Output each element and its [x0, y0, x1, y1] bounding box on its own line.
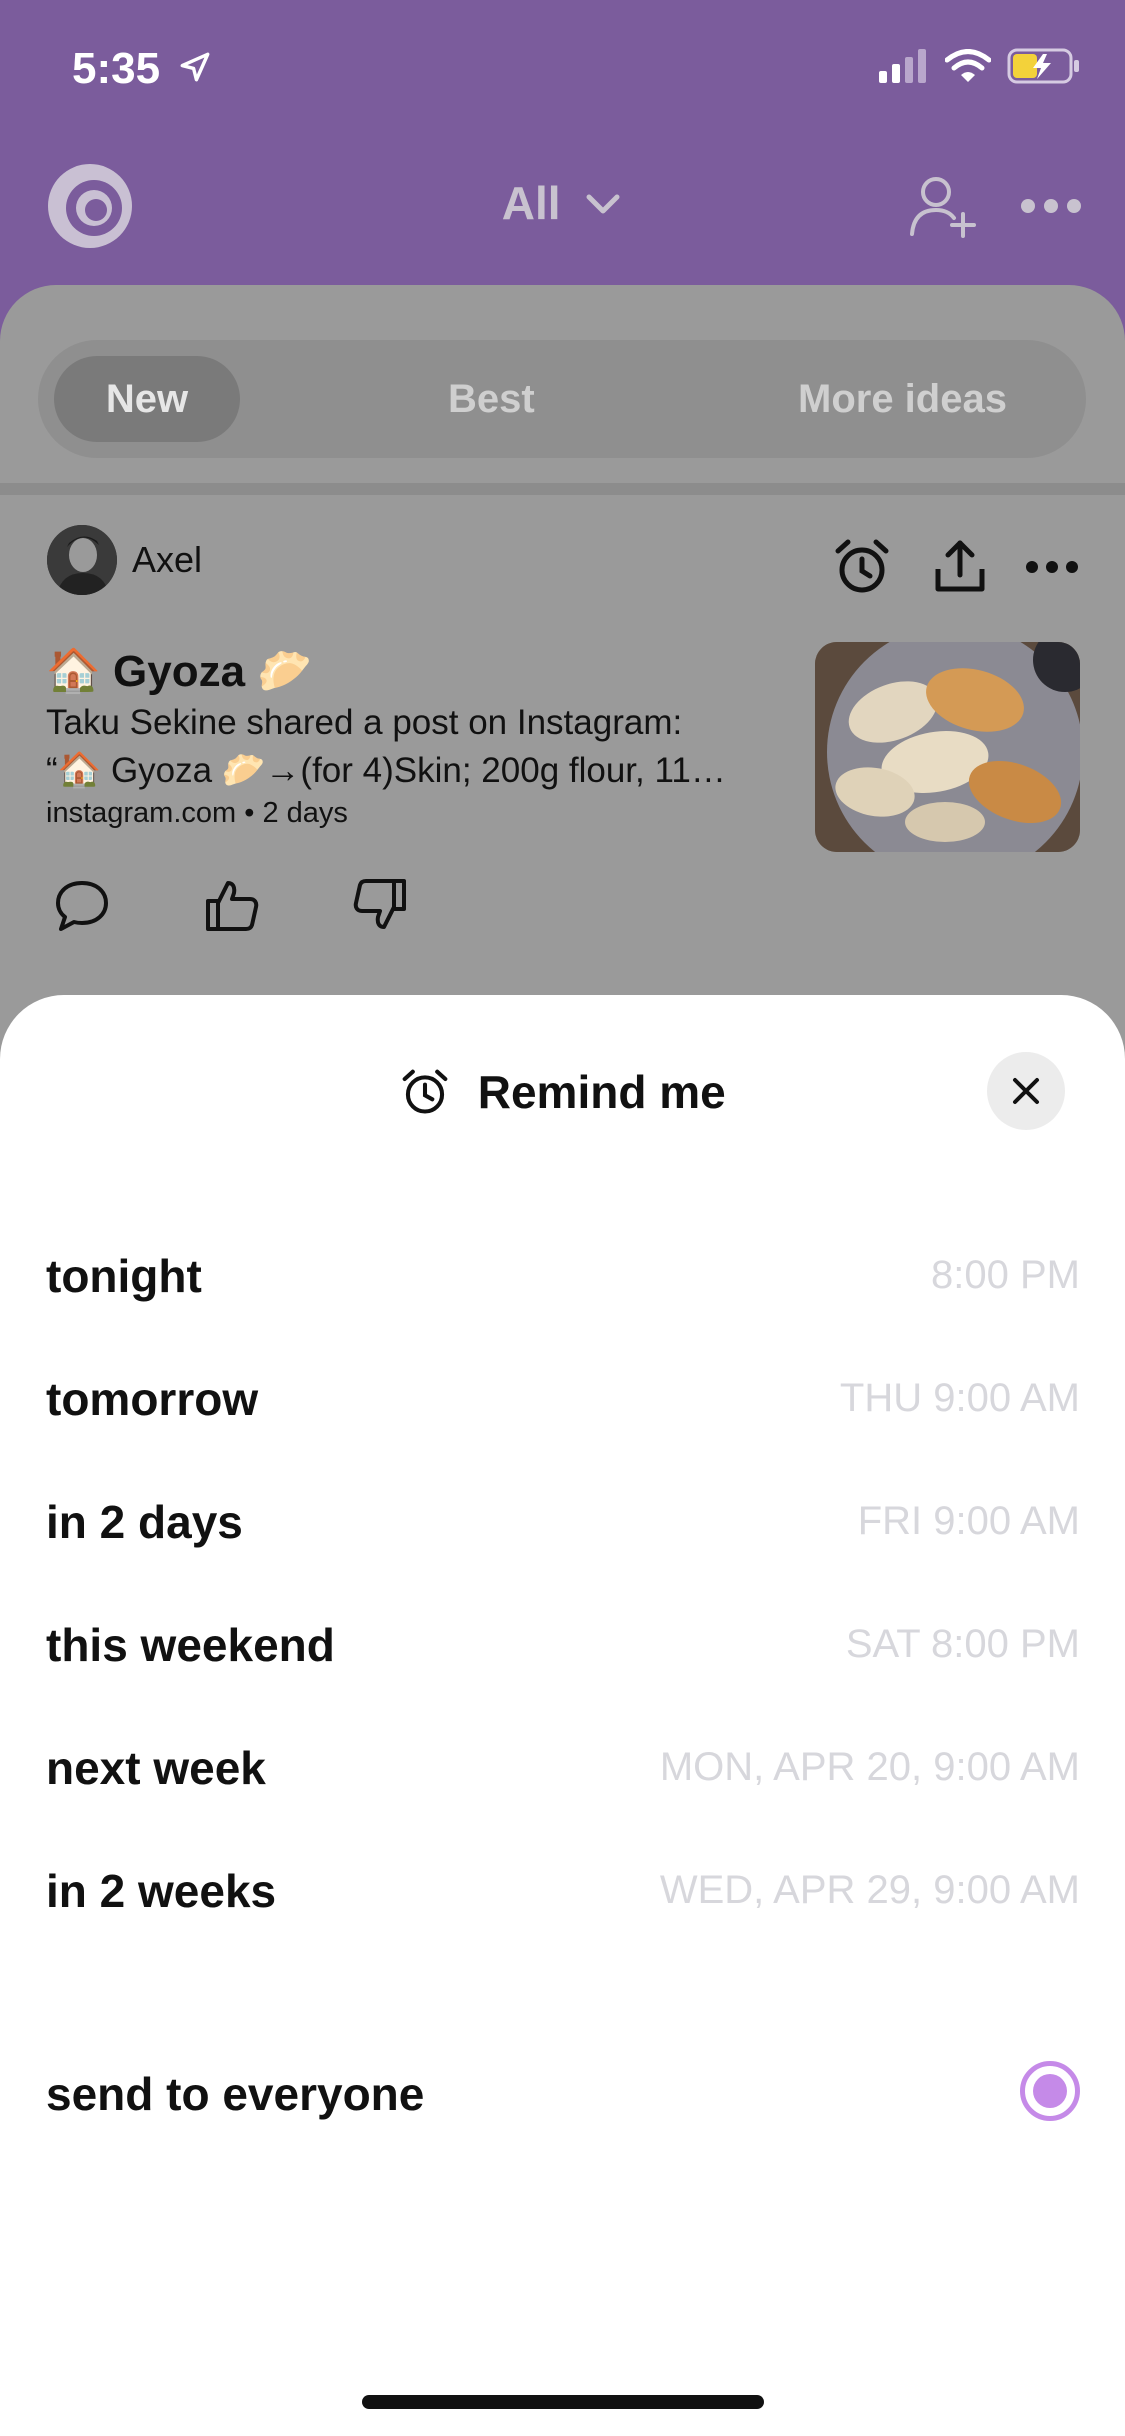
send-to-everyone-label: send to everyone [46, 2068, 425, 2120]
feed-filter-label: All [501, 176, 561, 229]
remind-option-label: in 2 days [46, 1496, 243, 1548]
remind-option-time: SAT 8:00 PM [845, 1622, 1080, 1666]
remind-option-this-weekend[interactable]: this weekend SAT 8:00 PM [46, 1604, 1080, 1684]
remind-option-time: MON, APR 20, 9:00 AM [659, 1745, 1080, 1789]
share-icon[interactable] [928, 535, 992, 599]
feed-segmented-control: New Best More ideas [38, 340, 1086, 458]
status-time: 5:35 [72, 44, 161, 93]
battery-icon [1007, 48, 1079, 84]
location-arrow-icon [180, 52, 210, 82]
tab-more-ideas[interactable]: More ideas [798, 340, 1007, 458]
post-author[interactable]: Axel [132, 539, 202, 581]
post-description-line2: “🏠 Gyoza 🥟→(for 4)Skin; 200g flour, 11… [46, 751, 726, 790]
comment-icon[interactable] [52, 875, 112, 935]
remind-option-time: 8:00 PM [931, 1253, 1080, 1297]
close-icon [1013, 1078, 1039, 1104]
remind-option-time: THU 9:00 AM [839, 1376, 1080, 1420]
remind-option-label: in 2 weeks [46, 1865, 277, 1917]
remind-option-time: WED, APR 29, 9:00 AM [659, 1868, 1080, 1912]
post-thumbnail[interactable] [815, 642, 1080, 852]
sheet-title: Remind me [477, 1066, 726, 1118]
tab-best[interactable]: Best [448, 340, 535, 458]
remind-option-in-2-weeks[interactable]: in 2 weeks WED, APR 29, 9:00 AM [46, 1850, 1080, 1930]
divider [0, 483, 1125, 495]
post-source: instagram.com • 2 days [46, 797, 348, 829]
status-icons [879, 48, 1081, 84]
remind-option-tonight[interactable]: tonight 8:00 PM [46, 1235, 1080, 1315]
post-description-line1: Taku Sekine shared a post on Instagram: [46, 703, 683, 742]
thumbs-down-icon[interactable] [350, 875, 410, 935]
home-indicator[interactable] [362, 2395, 764, 2409]
sheet-header: Remind me [0, 1065, 1125, 1119]
close-button[interactable] [987, 1052, 1065, 1130]
remind-option-next-week[interactable]: next week MON, APR 20, 9:00 AM [46, 1727, 1080, 1807]
remind-option-label: this weekend [46, 1619, 335, 1671]
more-icon[interactable] [1018, 194, 1084, 218]
remind-option-in-2-days[interactable]: in 2 days FRI 9:00 AM [46, 1481, 1080, 1561]
signal-icon [879, 49, 926, 83]
avatar[interactable] [47, 525, 117, 595]
alarm-icon[interactable] [830, 535, 894, 599]
remind-option-label: tonight [46, 1250, 202, 1302]
remind-option-label: tomorrow [46, 1373, 259, 1425]
avatar-image [47, 525, 117, 595]
add-person-icon[interactable] [908, 170, 978, 240]
post-title[interactable]: 🏠 Gyoza 🥟 [46, 645, 312, 697]
gyoza-image [815, 642, 1080, 852]
remind-option-tomorrow[interactable]: tomorrow THU 9:00 AM [46, 1358, 1080, 1438]
radio-selected-dot [1033, 2074, 1067, 2108]
chevron-down-icon [586, 194, 620, 214]
send-to-everyone-radio[interactable] [1020, 2061, 1080, 2121]
remind-option-label: next week [46, 1742, 266, 1794]
wifi-icon [945, 49, 991, 82]
send-to-everyone-row[interactable]: send to everyone [46, 2055, 1080, 2135]
alarm-icon [402, 1069, 448, 1114]
remind-option-time: FRI 9:00 AM [857, 1499, 1080, 1543]
remind-me-sheet: Remind me tonight 8:00 PM tomorrow THU 9… [0, 995, 1125, 2436]
more-icon[interactable] [1020, 535, 1084, 599]
thumbs-up-icon[interactable] [202, 875, 262, 935]
top-header: 5:35 All [0, 0, 1125, 290]
tab-new[interactable]: New [54, 356, 240, 442]
